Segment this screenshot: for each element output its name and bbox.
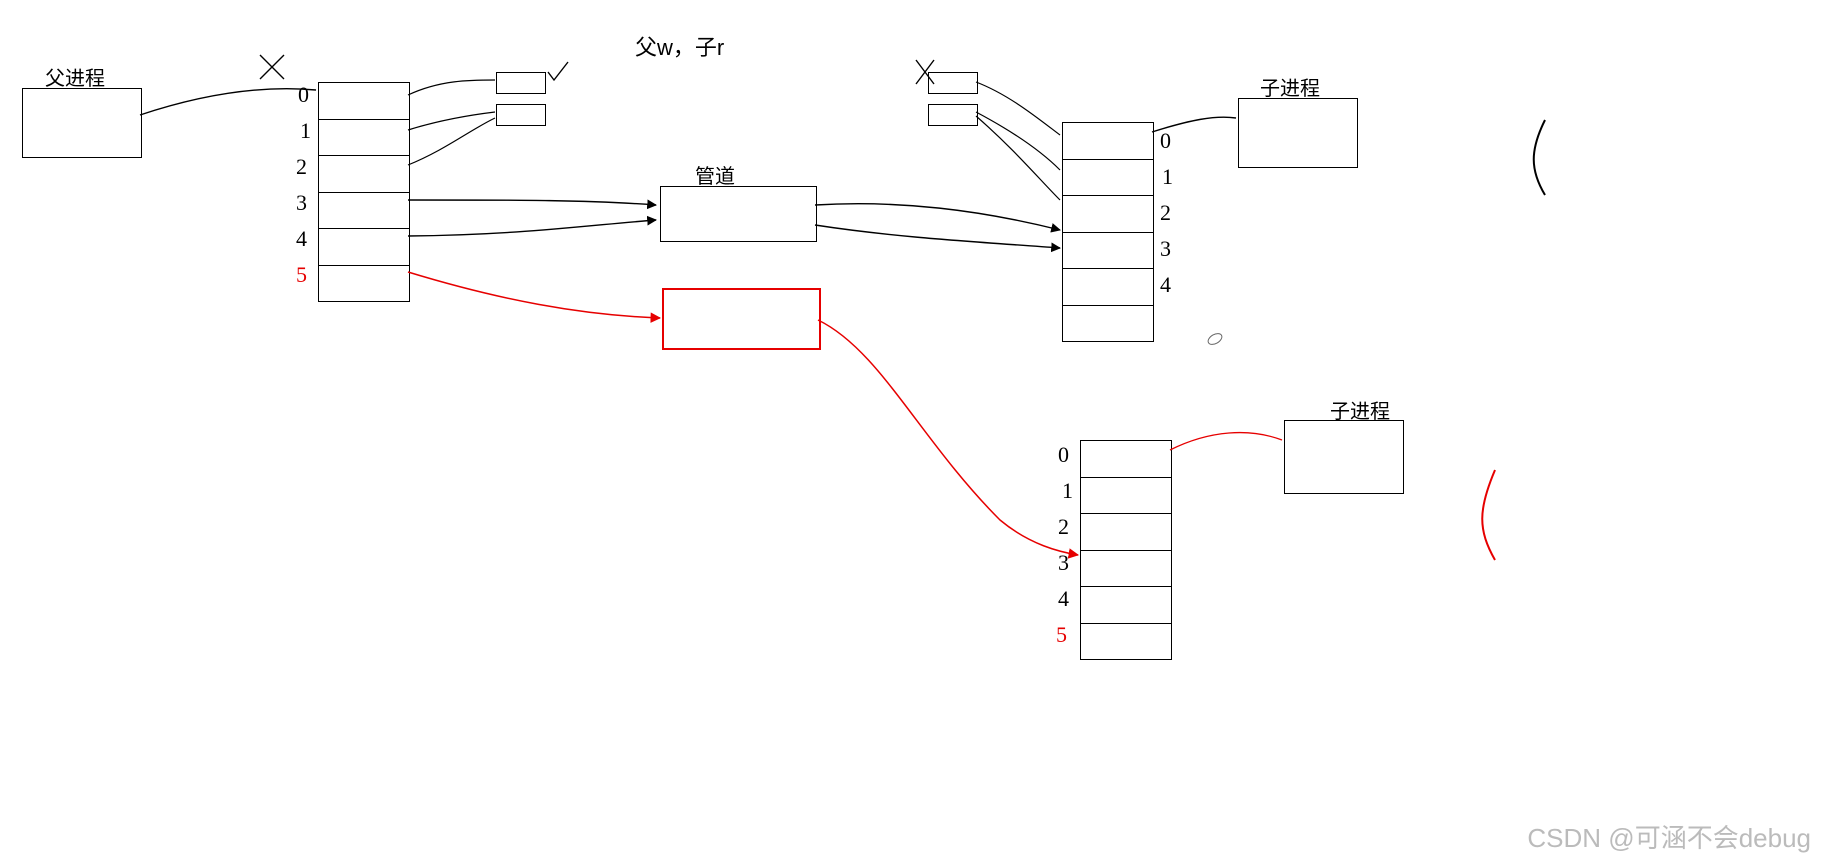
pipe-box-2 <box>662 288 821 350</box>
fd-index: 3 <box>1058 550 1069 576</box>
fd-index: 4 <box>296 226 307 252</box>
fd-row <box>1081 624 1171 660</box>
fd-row <box>1063 123 1153 160</box>
fd-index: 1 <box>1162 164 1173 190</box>
fd-row <box>1063 233 1153 270</box>
fd-index: 5 <box>1056 622 1067 648</box>
parent-fd-table <box>318 82 410 302</box>
pipe-box <box>660 186 817 242</box>
fd-row <box>1063 160 1153 197</box>
fd-row <box>1081 478 1171 515</box>
small-box <box>928 104 978 126</box>
fd-index: 3 <box>296 190 307 216</box>
connectors <box>0 0 1831 865</box>
fd-row <box>1081 551 1171 588</box>
fd-index: 1 <box>1062 478 1073 504</box>
child1-box <box>1238 98 1358 168</box>
fd-row <box>319 156 409 193</box>
fd-index: 0 <box>1160 128 1171 154</box>
fd-row <box>319 229 409 266</box>
fd-row <box>1081 514 1171 551</box>
fd-index: 0 <box>1058 442 1069 468</box>
child2-box <box>1284 420 1404 494</box>
fd-row <box>319 120 409 157</box>
fd-index: 1 <box>300 118 311 144</box>
fd-index: 0 <box>298 82 309 108</box>
fd-row <box>319 266 409 302</box>
fd-index: 2 <box>296 154 307 180</box>
fd-row <box>319 193 409 230</box>
small-box <box>928 72 978 94</box>
child1-label: 子进程 <box>1260 72 1320 101</box>
child1-fd-table <box>1062 122 1154 342</box>
mark <box>1206 331 1225 348</box>
fd-row <box>1063 269 1153 306</box>
parent-process-box <box>22 88 142 158</box>
small-box <box>496 72 546 94</box>
fd-index: 4 <box>1058 586 1069 612</box>
fd-row <box>1063 306 1153 342</box>
parent-process-label: 父进程 <box>45 62 105 91</box>
fd-index: 5 <box>296 262 307 288</box>
pipe-label: 管道 <box>695 160 735 189</box>
fd-row <box>1081 587 1171 624</box>
fd-row <box>1081 441 1171 478</box>
watermark: CSDN @可涵不会debug <box>1527 818 1811 855</box>
fd-index: 2 <box>1160 200 1171 226</box>
diagram-title: 父w，子r <box>635 30 724 62</box>
fd-index: 2 <box>1058 514 1069 540</box>
fd-index: 4 <box>1160 272 1171 298</box>
small-box <box>496 104 546 126</box>
fd-row <box>319 83 409 120</box>
fd-row <box>1063 196 1153 233</box>
child2-fd-table <box>1080 440 1172 660</box>
fd-index: 3 <box>1160 236 1171 262</box>
